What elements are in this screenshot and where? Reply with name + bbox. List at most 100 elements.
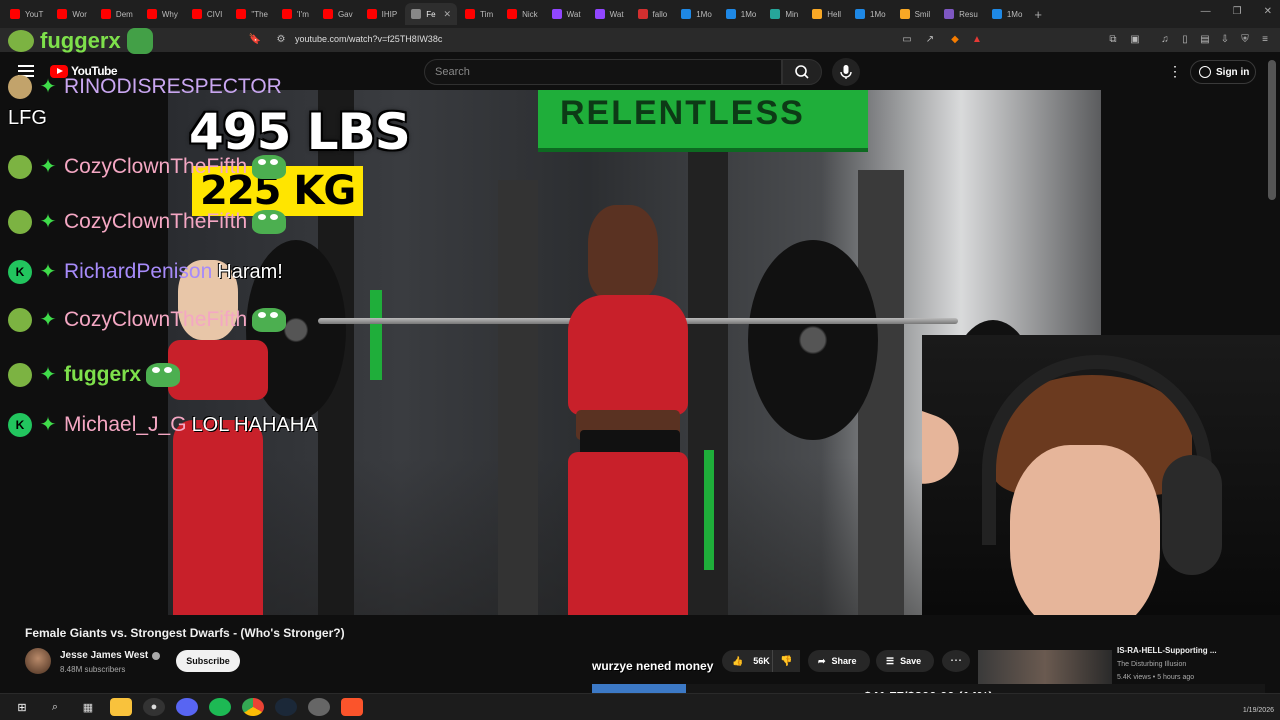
- brave-shield-icon[interactable]: ◆: [948, 33, 962, 47]
- file-explorer-icon[interactable]: [110, 698, 132, 716]
- share-button[interactable]: ➦ Share: [808, 650, 870, 672]
- discord-icon[interactable]: [176, 698, 198, 716]
- recommended-channel[interactable]: The Disturbing Illusion: [1117, 661, 1186, 668]
- subscriber-badge-icon: ✦: [39, 261, 57, 283]
- spotify-icon[interactable]: [209, 698, 231, 716]
- sidebar-icon[interactable]: ▣: [1128, 33, 1142, 47]
- tab-favicon-icon: [57, 9, 68, 19]
- browser-tab[interactable]: Min: [764, 3, 804, 25]
- tab-favicon-icon: [10, 9, 20, 19]
- url-field[interactable]: youtube.com/watch?v=f25TH8IW38c: [295, 34, 442, 44]
- extensions-icon[interactable]: ⧉: [1106, 33, 1120, 47]
- dislike-button[interactable]: 👎: [772, 650, 800, 672]
- browser-tab[interactable]: Fe ✕: [405, 3, 458, 25]
- voice-search-button[interactable]: [832, 58, 860, 86]
- tab-label: Fe: [426, 9, 436, 19]
- vpn-icon[interactable]: ⛨: [1238, 33, 1252, 47]
- frog-avatar-icon: [8, 30, 34, 52]
- search-button[interactable]: [782, 59, 822, 85]
- page-scrollbar[interactable]: [1268, 60, 1276, 200]
- browser-tab[interactable]: Dem: [95, 3, 139, 25]
- thumbs-down-icon: 👎: [780, 655, 793, 667]
- browser-tab[interactable]: Why: [141, 3, 184, 25]
- wallet-icon[interactable]: ▤: [1198, 33, 1212, 47]
- browser-tab[interactable]: IHIP: [361, 3, 404, 25]
- browser-tab[interactable]: 1Mo: [720, 3, 763, 25]
- browser-tab[interactable]: Wat: [546, 3, 587, 25]
- chrome-icon[interactable]: [242, 698, 264, 716]
- restore-icon[interactable]: ❐: [1233, 6, 1242, 17]
- chat-username: Michael_J_G: [64, 413, 187, 436]
- frog-avatar-icon: [8, 210, 32, 234]
- close-icon[interactable]: ✕: [1264, 6, 1272, 17]
- site-info-icon[interactable]: ⚙: [274, 33, 288, 47]
- save-button[interactable]: ☰ Save: [876, 650, 934, 672]
- browser-tab[interactable]: Gav: [317, 3, 359, 25]
- tab-label: Wat: [609, 9, 624, 19]
- browser-tab[interactable]: Tim: [459, 3, 499, 25]
- sign-in-button[interactable]: Sign in: [1190, 60, 1256, 84]
- new-tab-button[interactable]: +: [1034, 7, 1042, 22]
- rewards-icon[interactable]: ▲: [970, 33, 984, 47]
- subscriber-badge-icon: ✦: [39, 156, 57, 178]
- browser-tab[interactable]: CIVI: [186, 3, 229, 25]
- tab-favicon-icon: [681, 9, 692, 19]
- app-icon[interactable]: [308, 698, 330, 716]
- tab-favicon-icon: [366, 9, 377, 19]
- streamer-webcam: [922, 335, 1280, 615]
- bystander-leggings: [173, 420, 263, 615]
- tab-label: Gav: [337, 9, 353, 19]
- browser-tab[interactable]: Hell: [806, 3, 847, 25]
- chat-text: LFG: [8, 107, 47, 129]
- channel-name[interactable]: Jesse James West: [60, 650, 148, 661]
- browser-tab[interactable]: 1Mo: [849, 3, 892, 25]
- browser-tab[interactable]: 1Mo: [675, 3, 718, 25]
- browser-tab[interactable]: Resu: [938, 3, 984, 25]
- top-user-name: fuggerx: [40, 28, 121, 53]
- channel-avatar[interactable]: [25, 648, 51, 674]
- chat-message: ✦ CozyClownTheFifth: [8, 210, 287, 234]
- subscriber-badge-icon: ✦: [39, 414, 57, 436]
- video-title: Female Giants vs. Strongest Dwarfs - (Wh…: [25, 626, 345, 640]
- browser-tab[interactable]: 'I'm: [276, 3, 315, 25]
- browser-tab[interactable]: Nick: [501, 3, 544, 25]
- more-actions-icon[interactable]: ⋯: [942, 650, 970, 672]
- recommended-title[interactable]: IS-RA-HELL-Supporting ...: [1117, 646, 1217, 655]
- steam-icon[interactable]: [275, 698, 297, 716]
- obs-icon[interactable]: ●: [143, 698, 165, 716]
- browser-tab[interactable]: YouT: [4, 3, 49, 25]
- rack-hook: [370, 290, 382, 380]
- download-icon[interactable]: ⇩: [1218, 33, 1232, 47]
- minimize-icon[interactable]: —: [1201, 6, 1211, 17]
- browser-tab[interactable]: fallo: [632, 3, 674, 25]
- tab-label: Dem: [115, 9, 133, 19]
- task-view-icon[interactable]: ▦: [77, 698, 99, 716]
- chat-username: RichardPenison: [64, 260, 213, 283]
- search-input[interactable]: [425, 60, 781, 84]
- menu-icon[interactable]: ≡: [1258, 33, 1272, 47]
- reader-icon[interactable]: ▯: [1178, 33, 1192, 47]
- streamer-arm: [922, 366, 969, 494]
- subscribe-button[interactable]: Subscribe: [176, 650, 240, 672]
- browser-tab[interactable]: "The: [230, 3, 274, 25]
- subscriber-badge-icon: ✦: [39, 309, 57, 331]
- media-icon[interactable]: ♫: [1158, 33, 1172, 47]
- tab-label: Hell: [827, 9, 842, 19]
- bookmark-icon[interactable]: 🔖: [248, 33, 262, 47]
- share-arrow-icon: ➦: [818, 655, 826, 666]
- browser-tab[interactable]: Wor: [51, 3, 93, 25]
- settings-kebab-icon[interactable]: ⋮: [1168, 64, 1182, 78]
- browser-tab[interactable]: 1Mo: [986, 3, 1029, 25]
- brave-icon[interactable]: [341, 698, 363, 716]
- share-page-icon[interactable]: ↗: [923, 33, 937, 47]
- screen-icon[interactable]: ▭: [900, 33, 914, 47]
- search-taskbar-icon[interactable]: ⌕: [44, 698, 66, 716]
- tab-favicon-icon: [100, 9, 111, 19]
- browser-tab[interactable]: Wat: [589, 3, 630, 25]
- recommended-thumbnail[interactable]: [978, 650, 1112, 686]
- browser-tab[interactable]: Smil: [894, 3, 937, 25]
- tab-close-icon[interactable]: ✕: [444, 9, 452, 20]
- windows-start-icon[interactable]: ⊞: [11, 698, 33, 716]
- tab-label: 1Mo: [740, 9, 757, 19]
- windows-taskbar: ⊞ ⌕ ▦ ● 1/19/2026: [0, 693, 1280, 720]
